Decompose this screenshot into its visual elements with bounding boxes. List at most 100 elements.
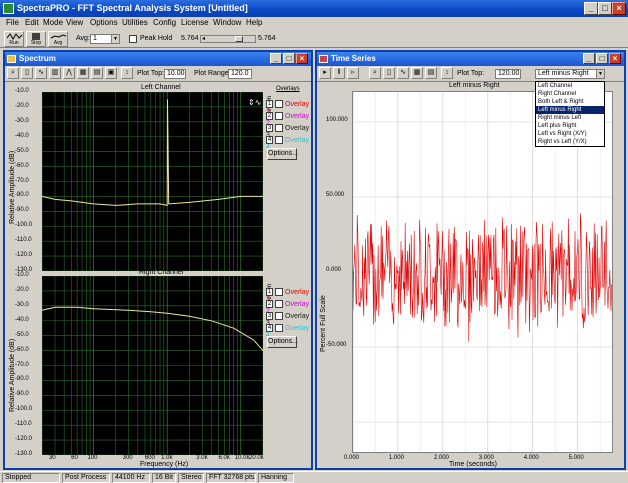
y-tick-label: -40.0: [15, 316, 29, 323]
timeseries-maximize-button[interactable]: □: [596, 53, 608, 64]
play-icon[interactable]: ▸: [319, 67, 331, 79]
y-tick-label: -120.0: [15, 436, 33, 443]
grid-icon[interactable]: ▦: [77, 67, 89, 79]
menu-license[interactable]: License: [181, 18, 209, 27]
x-tick-label: 5.000: [568, 455, 584, 461]
mode-select[interactable]: Left minus Right ▼: [535, 69, 605, 79]
menu-window[interactable]: Window: [213, 18, 241, 27]
mode-option[interactable]: Both Left & Right: [536, 98, 604, 106]
zoom-icon[interactable]: ⌕: [369, 67, 381, 79]
minimize-button[interactable]: _: [584, 2, 598, 15]
status-bar: Stopped Post Process 44100 Hz 16 Bit Ste…: [0, 471, 628, 483]
close-button[interactable]: ×: [612, 2, 626, 15]
timeseries-title-bar: Time Series _ □ ×: [317, 52, 624, 66]
x-tick-label: 300: [122, 455, 133, 461]
menu-options[interactable]: Options: [90, 18, 118, 27]
left-channel-plot[interactable]: ⇕∿: [42, 92, 263, 271]
peak-icon[interactable]: ⋀: [63, 67, 75, 79]
x-tick-label: 100: [87, 455, 98, 461]
ts-plot-top-input[interactable]: 120.00: [495, 69, 521, 79]
zoom-icon[interactable]: ⌕: [7, 67, 19, 79]
y-tick-label: -110.0: [15, 421, 32, 428]
menu-view[interactable]: View: [66, 18, 83, 27]
maximize-button[interactable]: □: [598, 2, 612, 15]
spectrum-maximize-button[interactable]: □: [283, 53, 295, 64]
status-channels: Stereo: [178, 473, 204, 483]
grid-icon[interactable]: ▦: [411, 67, 423, 79]
bar-plot-icon[interactable]: ▥: [49, 67, 61, 79]
cursor-icon[interactable]: ▯: [21, 67, 33, 79]
status-fft-size: FFT 32768 pts: [206, 473, 256, 483]
cursor-icon[interactable]: ▯: [383, 67, 395, 79]
table-icon[interactable]: ▤: [91, 67, 103, 79]
menu-mode[interactable]: Mode: [43, 18, 63, 27]
plot-top-input[interactable]: 10.00: [164, 69, 186, 79]
scale-icon[interactable]: ↕: [441, 67, 453, 79]
mode-option[interactable]: Right minus Left: [536, 114, 604, 122]
right-options-button[interactable]: Options...: [267, 336, 298, 348]
settings-icon[interactable]: ▣: [105, 67, 117, 79]
step-icon[interactable]: ▹: [347, 67, 359, 79]
line-plot-icon[interactable]: ∿: [397, 67, 409, 79]
status-bit-depth: 16 Bit: [152, 473, 176, 483]
x-tick-label: 3.0k: [196, 455, 208, 461]
status-state: Stopped: [2, 473, 60, 483]
scale-icon[interactable]: ↕: [121, 67, 133, 79]
mode-option[interactable]: Right Channel: [536, 90, 604, 98]
left-channel-chart: [42, 92, 263, 271]
y-tick-label: -50.0: [15, 331, 29, 338]
x-tick-label: 6.0k: [218, 455, 230, 461]
timeseries-minimize-button[interactable]: _: [583, 53, 595, 64]
y-tick-label: -90.0: [15, 207, 29, 214]
menu-bar: File Edit Mode View Options Utilities Co…: [0, 17, 628, 30]
spectrum-close-button[interactable]: ×: [296, 53, 308, 64]
run-label: Run: [9, 40, 19, 46]
plot-range-label: Plot Range:: [194, 70, 231, 77]
main-toolbar: Run Stop Avg Avg: 1 ▼ Peak Hold 5.764 ◂ …: [0, 30, 628, 48]
mode-dropdown-list: Left Channel Right Channel Both Left & Rig…: [535, 81, 605, 147]
timeseries-window: Time Series _ □ × ▸ ‖ ▹ ⌕ ▯ ∿ ▦ ▤ ↕ Plot…: [315, 50, 626, 470]
x-tick-label: 0.000: [344, 455, 360, 461]
line-plot-icon[interactable]: ∿: [35, 67, 47, 79]
right-channel-plot[interactable]: [42, 276, 263, 455]
status-mode: Post Process: [62, 473, 110, 483]
plot-top-label: Plot Top:: [137, 70, 165, 77]
left-options-button[interactable]: Options...: [267, 148, 298, 160]
menu-edit[interactable]: Edit: [25, 18, 39, 27]
pause-icon[interactable]: ‖: [333, 67, 345, 79]
average-label: Avg: [53, 40, 63, 46]
ts-plot-title: Left minus Right: [449, 82, 500, 89]
y-tick-label: -50.000: [326, 342, 347, 348]
mode-option[interactable]: Left plus Right: [536, 122, 604, 130]
menu-help[interactable]: Help: [246, 18, 262, 27]
menu-config[interactable]: Config: [153, 18, 176, 27]
plot-range-input[interactable]: 120.0: [228, 69, 252, 79]
y-tick-label: -30.0: [15, 117, 29, 124]
ts-xlabel: Time (seconds): [449, 461, 497, 468]
y-tick-label: -30.0: [15, 301, 29, 308]
time-slider[interactable]: ◂: [200, 35, 256, 43]
menu-utilities[interactable]: Utilities: [122, 18, 148, 27]
y-tick-label: -80.0: [15, 192, 29, 199]
menu-file[interactable]: File: [6, 18, 19, 27]
mode-option[interactable]: Left vs Right (X/Y): [536, 130, 604, 138]
slider-thumb[interactable]: [235, 36, 243, 42]
x-tick-label: 30: [48, 455, 56, 461]
app-icon: [3, 3, 14, 14]
y-tick-label: -90.0: [15, 391, 29, 398]
mode-option[interactable]: Right vs Left (Y/X): [536, 138, 604, 146]
run-button[interactable]: Run: [4, 31, 24, 47]
table-icon[interactable]: ▤: [425, 67, 437, 79]
spectrum-minimize-button[interactable]: _: [270, 53, 282, 64]
timeseries-close-button[interactable]: ×: [609, 53, 621, 64]
y-tick-label: -70.0: [15, 177, 29, 184]
average-button[interactable]: Avg: [48, 31, 68, 47]
y-tick-label: -130.0: [15, 451, 33, 457]
spectrum-title: Spectrum: [19, 54, 56, 63]
mode-option[interactable]: Left Channel: [536, 82, 604, 90]
mode-option[interactable]: Left minus Right: [536, 106, 604, 114]
chevron-down-icon: ▼: [111, 35, 119, 43]
peak-hold-checkbox[interactable]: [129, 35, 137, 43]
stop-button[interactable]: Stop: [26, 31, 46, 47]
avg-select[interactable]: 1 ▼: [90, 34, 120, 44]
